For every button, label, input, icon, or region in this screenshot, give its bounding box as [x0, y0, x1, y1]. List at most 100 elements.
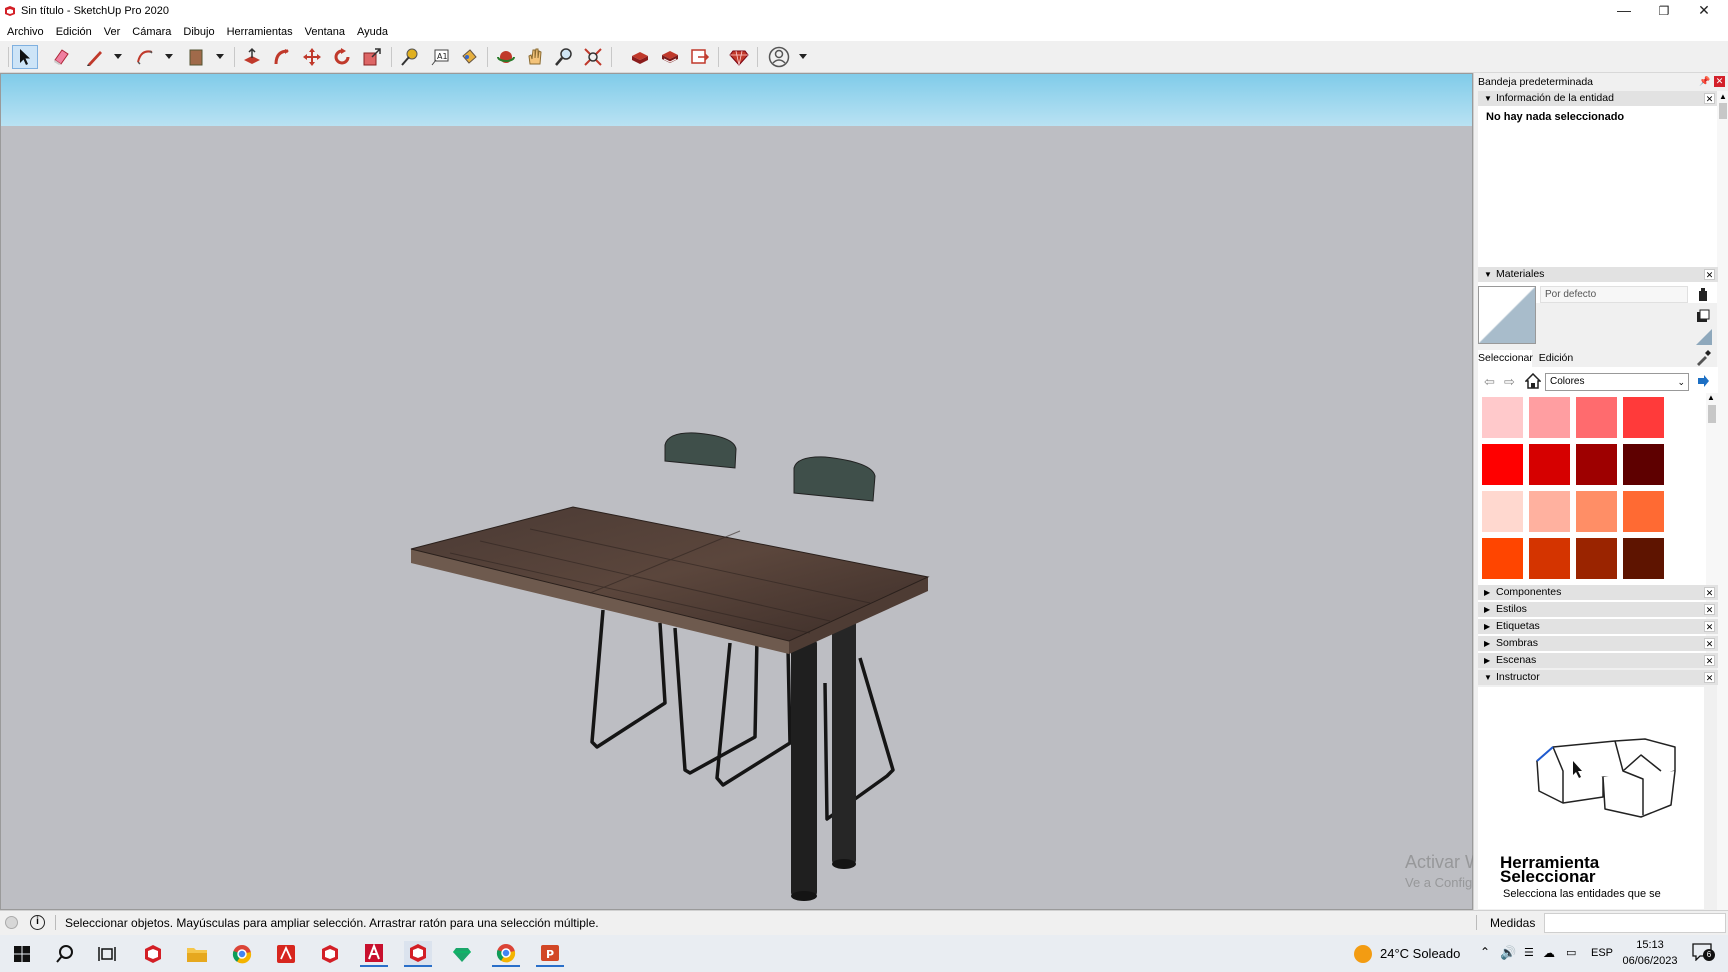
- material-name-field[interactable]: Por defecto: [1540, 286, 1688, 303]
- zoom-extents-tool-button[interactable]: [580, 45, 606, 69]
- taskbar-gem-app[interactable]: [448, 941, 476, 967]
- info-icon[interactable]: i: [30, 915, 45, 930]
- menu-ver[interactable]: Ver: [104, 26, 121, 38]
- zoom-tool-button[interactable]: [551, 45, 577, 69]
- color-swatch[interactable]: [1575, 537, 1618, 580]
- taskbar-sketchup-pin-2[interactable]: [316, 941, 344, 967]
- battery-icon[interactable]: ▭: [1566, 946, 1576, 959]
- close-icon[interactable]: ✕: [1704, 655, 1715, 666]
- scenes-panel-header[interactable]: ▶ Escenas ✕: [1478, 653, 1718, 668]
- move-tool-button[interactable]: [299, 45, 325, 69]
- color-swatch[interactable]: [1528, 537, 1571, 580]
- menu-ayuda[interactable]: Ayuda: [357, 26, 388, 38]
- network-icon[interactable]: ☰: [1524, 946, 1534, 959]
- materials-header[interactable]: ▼ Materiales ✕: [1478, 267, 1718, 282]
- default-material-icon[interactable]: [1696, 329, 1712, 345]
- components-panel-header[interactable]: ▶ Componentes ✕: [1478, 585, 1718, 600]
- color-swatch[interactable]: [1575, 490, 1618, 533]
- color-swatch[interactable]: [1622, 490, 1665, 533]
- collection-select[interactable]: Colores ⌄: [1545, 373, 1689, 391]
- search-button[interactable]: [51, 941, 79, 967]
- task-view-button[interactable]: [93, 941, 121, 967]
- tab-select[interactable]: Seleccionar: [1478, 350, 1533, 367]
- taskbar-sketchup-pin-1[interactable]: [139, 941, 167, 967]
- account-dropdown-icon[interactable]: [799, 54, 807, 59]
- shape-tool-dropdown-icon[interactable]: [216, 54, 224, 59]
- taskbar-powerpoint[interactable]: P: [536, 941, 564, 967]
- shadows-panel-header[interactable]: ▶ Sombras ✕: [1478, 636, 1718, 651]
- scale-tool-button[interactable]: [359, 45, 385, 69]
- taskbar-chrome-1[interactable]: [228, 941, 256, 967]
- color-swatch[interactable]: [1528, 490, 1571, 533]
- home-icon[interactable]: [1524, 372, 1542, 389]
- scroll-thumb[interactable]: [1708, 405, 1716, 423]
- eraser-tool-button[interactable]: [48, 45, 74, 69]
- forward-arrow-icon[interactable]: ⇨: [1504, 374, 1515, 390]
- menu-herramientas[interactable]: Herramientas: [227, 26, 293, 38]
- menu-edicion[interactable]: Edición: [56, 26, 92, 38]
- scroll-up-icon[interactable]: ▲: [1707, 393, 1715, 402]
- instructor-panel-header[interactable]: ▼ Instructor ✕: [1478, 670, 1718, 685]
- follow-me-tool-button[interactable]: [269, 45, 295, 69]
- weather-text[interactable]: 24°C Soleado: [1380, 946, 1460, 961]
- language-indicator[interactable]: ESP: [1591, 947, 1613, 959]
- model-viewport[interactable]: [0, 73, 1473, 910]
- tags-panel-header[interactable]: ▶ Etiquetas ✕: [1478, 619, 1718, 634]
- onedrive-cloud-icon[interactable]: ☁: [1543, 946, 1555, 960]
- close-icon[interactable]: ✕: [1704, 604, 1715, 615]
- notifications-button[interactable]: 6: [1692, 943, 1715, 963]
- menu-ventana[interactable]: Ventana: [305, 26, 345, 38]
- clock-date[interactable]: 06/06/2023: [1618, 955, 1682, 967]
- close-icon[interactable]: ✕: [1704, 587, 1715, 598]
- paint-bucket-tool-button[interactable]: [456, 45, 482, 69]
- details-arrow-icon[interactable]: [1696, 374, 1710, 388]
- menu-dibujo[interactable]: Dibujo: [183, 26, 214, 38]
- color-swatch[interactable]: [1481, 396, 1524, 439]
- minimize-button[interactable]: —: [1604, 0, 1644, 22]
- tray-overflow-chevron-icon[interactable]: ⌃: [1480, 945, 1490, 959]
- close-button[interactable]: ✕: [1684, 0, 1724, 22]
- table-and-chairs-model[interactable]: [0, 73, 1473, 910]
- tray-pin-icon[interactable]: 📌: [1699, 76, 1710, 87]
- entity-info-header[interactable]: ▼ Información de la entidad ✕: [1478, 91, 1718, 106]
- tape-measure-tool-button[interactable]: [397, 45, 423, 69]
- color-swatch[interactable]: [1481, 443, 1524, 486]
- start-button[interactable]: [8, 941, 36, 967]
- material-samples-icon[interactable]: [1696, 309, 1710, 323]
- close-icon[interactable]: ✕: [1704, 638, 1715, 649]
- orbit-tool-button[interactable]: [493, 45, 519, 69]
- color-swatch[interactable]: [1622, 443, 1665, 486]
- extension-warehouse-button[interactable]: [657, 45, 683, 69]
- close-icon[interactable]: ✕: [1704, 672, 1715, 683]
- taskbar-autocad[interactable]: [360, 941, 388, 967]
- select-tool-button[interactable]: [12, 45, 38, 69]
- menu-camara[interactable]: Cámara: [132, 26, 171, 38]
- taskbar-acrobat[interactable]: [272, 941, 300, 967]
- menu-archivo[interactable]: Archivo: [7, 26, 44, 38]
- color-swatch[interactable]: [1528, 396, 1571, 439]
- arc-tool-button[interactable]: [132, 45, 158, 69]
- pan-tool-button[interactable]: [522, 45, 548, 69]
- tray-close-icon[interactable]: ✕: [1714, 76, 1725, 87]
- taskbar-chrome-2[interactable]: [492, 941, 520, 967]
- color-swatch[interactable]: [1528, 443, 1571, 486]
- scroll-thumb[interactable]: [1719, 103, 1727, 119]
- color-swatch[interactable]: [1575, 443, 1618, 486]
- color-swatch[interactable]: [1481, 537, 1524, 580]
- account-button[interactable]: [766, 45, 792, 69]
- styles-panel-header[interactable]: ▶ Estilos ✕: [1478, 602, 1718, 617]
- arc-tool-dropdown-icon[interactable]: [165, 54, 173, 59]
- line-tool-button[interactable]: [82, 45, 108, 69]
- color-swatch[interactable]: [1622, 396, 1665, 439]
- close-icon[interactable]: ✕: [1704, 621, 1715, 632]
- back-arrow-icon[interactable]: ⇦: [1484, 374, 1495, 390]
- color-swatch[interactable]: [1575, 396, 1618, 439]
- volume-icon[interactable]: 🔊: [1500, 945, 1516, 961]
- line-tool-dropdown-icon[interactable]: [114, 54, 122, 59]
- weather-sun-icon[interactable]: [1354, 945, 1372, 963]
- close-icon[interactable]: ✕: [1704, 93, 1715, 104]
- rotate-tool-button[interactable]: [329, 45, 355, 69]
- clock-time[interactable]: 15:13: [1620, 939, 1680, 951]
- push-pull-tool-button[interactable]: [239, 45, 265, 69]
- layout-send-button[interactable]: [687, 45, 713, 69]
